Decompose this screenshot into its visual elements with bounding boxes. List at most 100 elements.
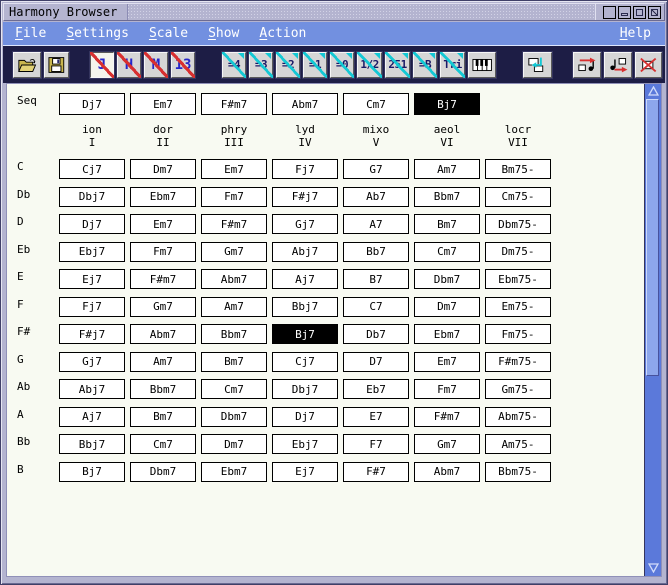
chord-button[interactable]: Abm7 (130, 324, 196, 344)
chord-button[interactable]: Dbm75- (485, 214, 551, 234)
chord-button[interactable]: Dbj7 (59, 187, 125, 207)
chord-button[interactable]: Cm7 (414, 242, 480, 262)
filter-eq3-button[interactable]: =3 (249, 52, 273, 78)
chord-button[interactable]: F#m75- (485, 352, 551, 372)
seq-chord-button[interactable]: Bj7 (414, 93, 480, 115)
chord-button[interactable]: F#m7 (414, 407, 480, 427)
seq-chord-button[interactable]: Dj7 (59, 93, 125, 115)
filter-tri-button[interactable]: Tri (440, 52, 465, 78)
chord-button[interactable]: B7 (343, 269, 409, 289)
chord-button[interactable]: Abm7 (414, 462, 480, 482)
delete-chord-button[interactable] (635, 52, 662, 78)
chord-button[interactable]: Eb7 (343, 379, 409, 399)
jazz-toggle-button[interactable]: J (90, 52, 114, 78)
chord-button[interactable]: Em7 (201, 159, 267, 179)
chord-button[interactable]: Em75- (485, 297, 551, 317)
filter-251-button[interactable]: 251 (385, 52, 410, 78)
scroll-down-button[interactable] (646, 561, 660, 575)
chord-button[interactable]: Abj7 (272, 242, 338, 262)
chord-button[interactable]: Em7 (130, 214, 196, 234)
chord-button[interactable]: Ej7 (272, 462, 338, 482)
seq-chord-button[interactable]: F#m7 (201, 93, 267, 115)
chord-button[interactable]: Bm7 (201, 352, 267, 372)
chord-button[interactable]: Dm7 (414, 297, 480, 317)
seq-chord-button[interactable]: Cm7 (343, 93, 409, 115)
chord-button[interactable]: Ebj7 (272, 434, 338, 454)
filter-eq0-button[interactable]: =0 (330, 52, 354, 78)
chord-button[interactable]: Dj7 (59, 214, 125, 234)
insert-chord-button[interactable] (573, 52, 601, 78)
chord-button[interactable]: Gm7 (201, 242, 267, 262)
chord-button[interactable]: F#m7 (130, 269, 196, 289)
menu-help[interactable]: Help (614, 23, 657, 44)
chord-button[interactable]: Db7 (343, 324, 409, 344)
chord-button[interactable]: Dbm7 (414, 269, 480, 289)
seq-chord-button[interactable]: Abm7 (272, 93, 338, 115)
seq-chord-button[interactable]: Em7 (130, 93, 196, 115)
chord-button[interactable]: Bbm7 (130, 379, 196, 399)
chord-button[interactable]: Bbj7 (272, 297, 338, 317)
chord-button[interactable]: Fj7 (59, 297, 125, 317)
chord-button[interactable]: Bm75- (485, 159, 551, 179)
menu-scale[interactable]: Scale (143, 23, 194, 44)
chord-button[interactable]: C7 (343, 297, 409, 317)
chord-button[interactable]: Dbm7 (201, 407, 267, 427)
filter-eqB-button[interactable]: =B (413, 52, 437, 78)
vertical-scrollbar[interactable] (644, 84, 661, 576)
chord-button[interactable]: F#j7 (59, 324, 125, 344)
chord-button[interactable]: Am7 (130, 352, 196, 372)
chord-button[interactable]: Fm7 (414, 379, 480, 399)
chord-button[interactable]: Dm7 (130, 159, 196, 179)
chord-button[interactable]: Gj7 (272, 214, 338, 234)
chord-button[interactable]: E7 (343, 407, 409, 427)
filter-half-button[interactable]: 1/2 (357, 52, 382, 78)
chord-button[interactable]: Cj7 (59, 159, 125, 179)
chord-button[interactable]: Dm75- (485, 242, 551, 262)
chord-button[interactable]: Dm7 (201, 434, 267, 454)
chord-button[interactable]: Bbj7 (59, 434, 125, 454)
chord-button[interactable]: Gj7 (59, 352, 125, 372)
chord-button[interactable]: A7 (343, 214, 409, 234)
chord-button[interactable]: Aj7 (59, 407, 125, 427)
chord-button[interactable]: Bbm7 (201, 324, 267, 344)
chord-button[interactable]: Fm75- (485, 324, 551, 344)
filter-eq4-button[interactable]: =4 (222, 52, 246, 78)
chord-button[interactable]: Gm7 (130, 297, 196, 317)
scrollbar-thumb[interactable] (646, 99, 659, 376)
menu-settings[interactable]: Settings (60, 23, 135, 44)
scroll-up-button[interactable] (646, 84, 660, 98)
chord-button[interactable]: Ebm7 (130, 187, 196, 207)
chord-button[interactable]: F#m7 (201, 214, 267, 234)
chord-button[interactable]: Ebm7 (201, 462, 267, 482)
chord-button[interactable]: Abm7 (201, 269, 267, 289)
chord-button[interactable]: Bj7 (272, 324, 338, 344)
chord-button[interactable]: Bm7 (414, 214, 480, 234)
window-blank-button[interactable] (603, 6, 616, 19)
chord-button[interactable]: Dbj7 (272, 379, 338, 399)
chord-button[interactable]: Aj7 (272, 269, 338, 289)
chord-button[interactable]: F#j7 (272, 187, 338, 207)
window-maximize-button[interactable] (633, 6, 646, 19)
send-to-sequence-button[interactable] (523, 52, 551, 78)
menu-file[interactable]: File (9, 23, 52, 44)
chord-button[interactable]: Fm7 (130, 242, 196, 262)
chord-button[interactable]: F#7 (343, 462, 409, 482)
chord-button[interactable]: Dbm7 (130, 462, 196, 482)
chord-button[interactable]: Bbm75- (485, 462, 551, 482)
piano-view-button[interactable] (468, 52, 496, 78)
chord-button[interactable]: Am75- (485, 434, 551, 454)
thirteen-toggle-button[interactable]: 13 (171, 52, 195, 78)
chord-button[interactable]: Am7 (201, 297, 267, 317)
menu-action[interactable]: Action (253, 23, 312, 44)
titlebar[interactable]: Harmony Browser (3, 3, 665, 21)
chord-button[interactable]: Fj7 (272, 159, 338, 179)
chord-button[interactable]: Bm7 (130, 407, 196, 427)
chord-button[interactable]: Cj7 (272, 352, 338, 372)
chord-button[interactable]: Fm7 (201, 187, 267, 207)
chord-button[interactable]: Dj7 (272, 407, 338, 427)
chord-button[interactable]: Cm75- (485, 187, 551, 207)
chord-button[interactable]: G7 (343, 159, 409, 179)
chord-button[interactable]: D7 (343, 352, 409, 372)
chord-button[interactable]: F7 (343, 434, 409, 454)
chord-button[interactable]: Abm75- (485, 407, 551, 427)
